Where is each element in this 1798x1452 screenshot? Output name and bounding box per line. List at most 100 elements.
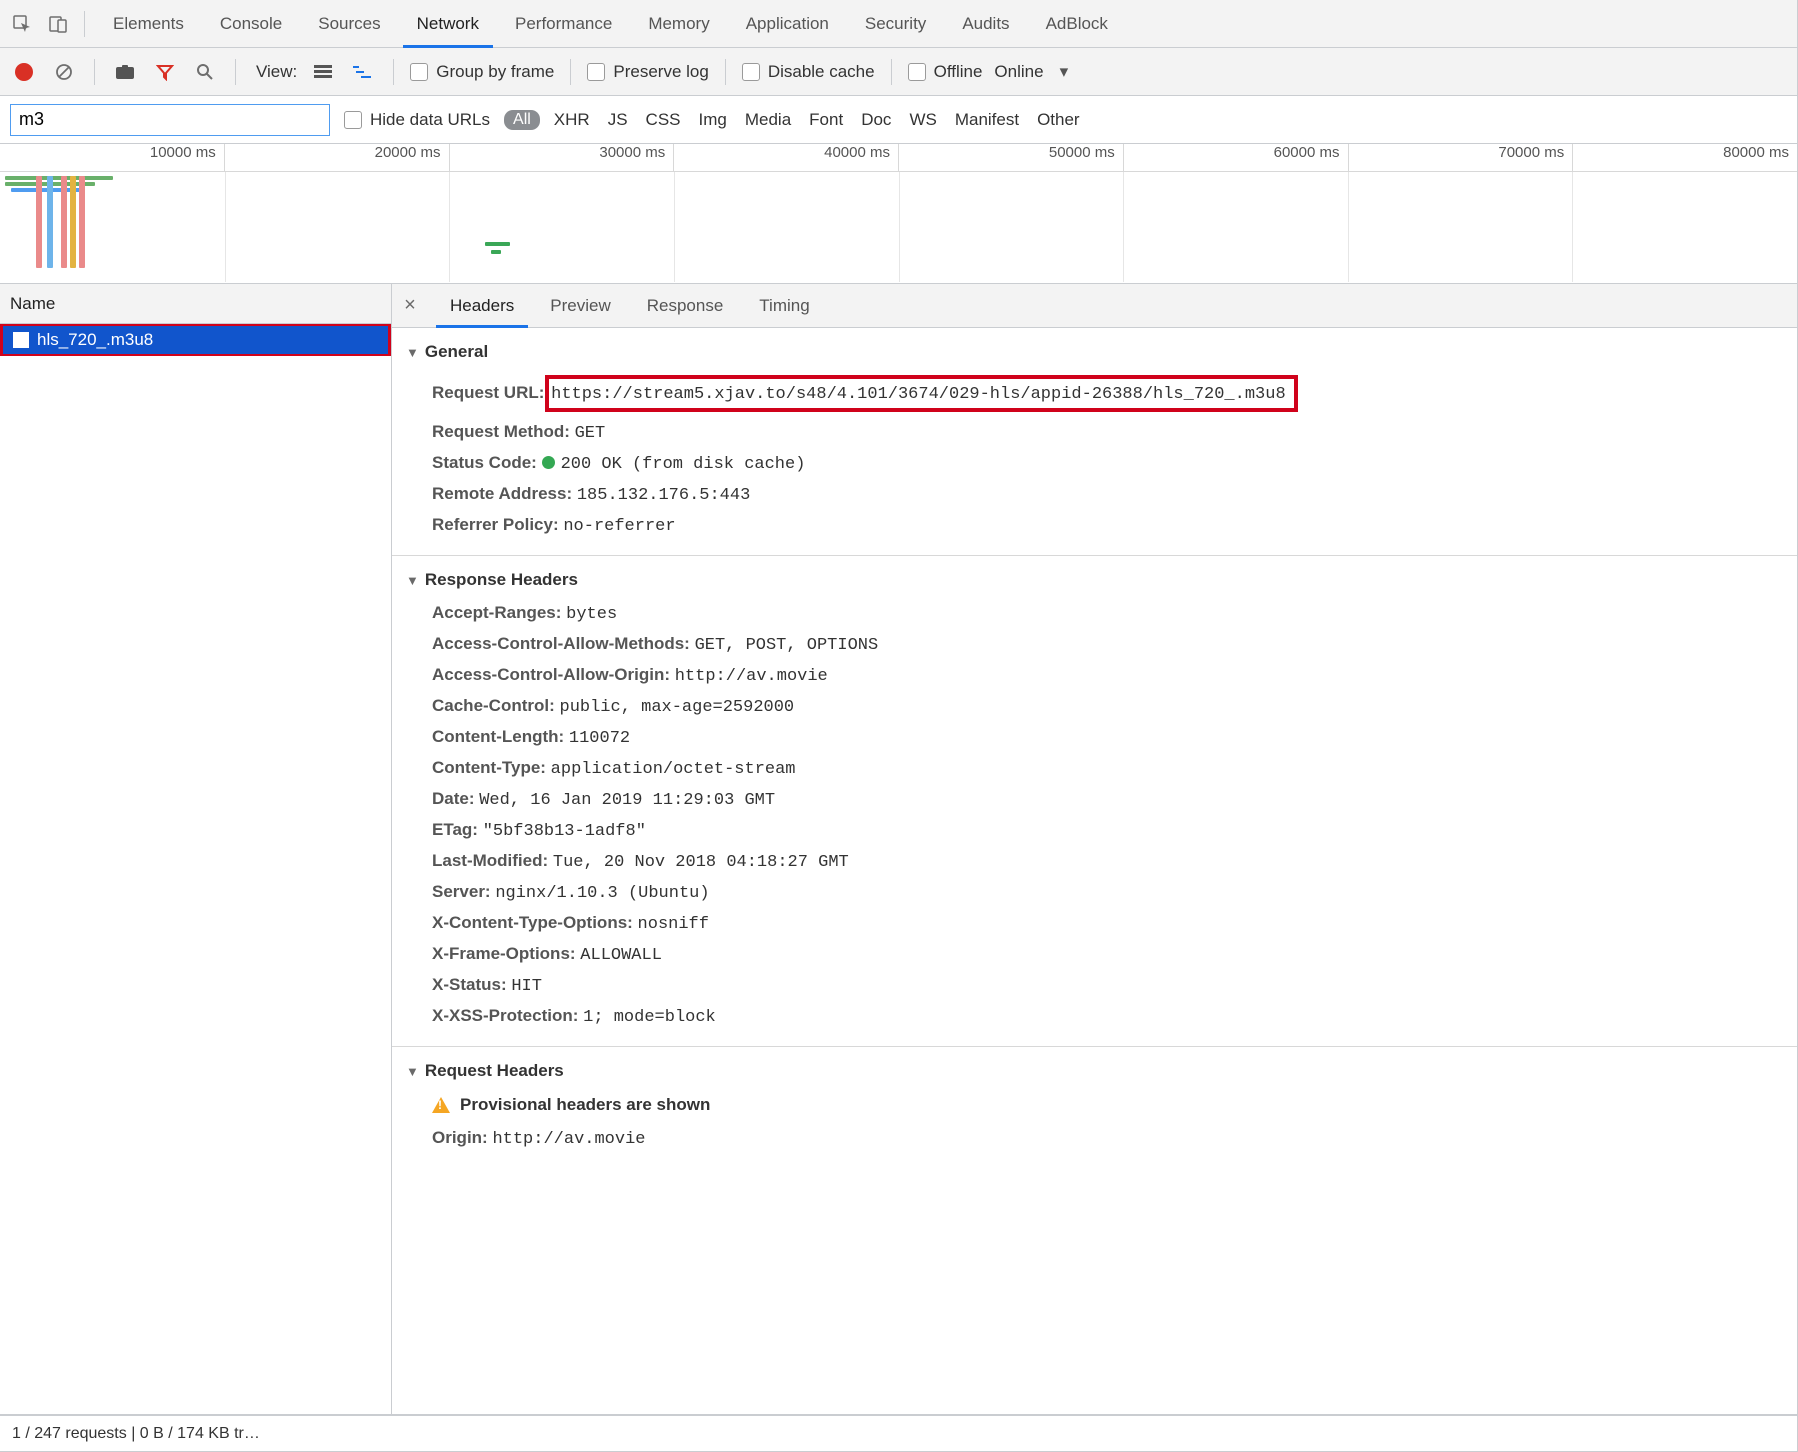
type-filter-font[interactable]: Font	[809, 110, 843, 130]
large-rows-icon[interactable]	[309, 58, 337, 86]
main-tab-console[interactable]: Console	[202, 0, 300, 47]
detail-tab-strip: × HeadersPreviewResponseTiming	[392, 284, 1797, 328]
main-tab-memory[interactable]: Memory	[630, 0, 727, 47]
type-filter-ws[interactable]: WS	[909, 110, 936, 130]
waterfall-overview	[0, 172, 1797, 282]
group-by-frame-checkbox[interactable]: Group by frame	[410, 62, 554, 82]
throttling-value: Online	[994, 62, 1043, 82]
header-key: Access-Control-Allow-Methods:	[432, 634, 695, 653]
detail-tab-headers[interactable]: Headers	[432, 284, 532, 327]
header-value: bytes	[566, 605, 617, 624]
header-value: public, max-age=2592000	[560, 698, 795, 717]
caret-down-icon: ▼	[406, 345, 419, 360]
waterfall-view-icon[interactable]	[349, 58, 377, 86]
header-value: HIT	[511, 977, 542, 996]
timeline-overview[interactable]: 10000 ms20000 ms30000 ms40000 ms50000 ms…	[0, 144, 1797, 284]
main-tab-adblock[interactable]: AdBlock	[1028, 0, 1126, 47]
filter-toggle-icon[interactable]	[151, 58, 179, 86]
request-headers-toggle[interactable]: ▼ Request Headers	[406, 1057, 1783, 1089]
header-value: "5bf38b13-1adf8"	[483, 822, 646, 841]
offline-checkbox[interactable]: Offline	[908, 62, 983, 82]
disable-cache-label: Disable cache	[768, 62, 875, 82]
filter-input[interactable]	[10, 104, 330, 136]
request-row-name: hls_720_.m3u8	[37, 330, 153, 350]
name-column-header[interactable]: Name	[0, 284, 391, 324]
main-tab-audits[interactable]: Audits	[944, 0, 1027, 47]
request-row[interactable]: hls_720_.m3u8	[0, 324, 391, 356]
detail-tab-preview[interactable]: Preview	[532, 284, 628, 327]
status-bar: 1 / 247 requests | 0 B / 174 KB tr…	[0, 1415, 1797, 1451]
provisional-warning: Provisional headers are shown	[406, 1089, 1783, 1123]
header-row: X-Content-Type-Options: nosniff	[406, 908, 1783, 939]
main-tab-elements[interactable]: Elements	[95, 0, 202, 47]
request-headers-section: ▼ Request Headers Provisional headers ar…	[392, 1047, 1797, 1168]
header-key: Remote Address:	[432, 484, 577, 503]
main-tab-network[interactable]: Network	[399, 0, 497, 47]
header-row: Date: Wed, 16 Jan 2019 11:29:03 GMT	[406, 784, 1783, 815]
main-tab-strip: ElementsConsoleSourcesNetworkPerformance…	[0, 0, 1797, 48]
timeline-tick: 20000 ms	[224, 144, 449, 171]
header-row: Request Method: GET	[406, 417, 1783, 448]
header-key: ETag:	[432, 820, 483, 839]
detail-tab-response[interactable]: Response	[629, 284, 742, 327]
main-tab-performance[interactable]: Performance	[497, 0, 630, 47]
device-toolbar-icon[interactable]	[42, 8, 74, 40]
offline-label: Offline	[934, 62, 983, 82]
header-value: 200 OK (from disk cache)	[542, 455, 806, 474]
hide-data-urls-checkbox[interactable]: Hide data URLs	[344, 110, 490, 130]
throttling-select[interactable]: Online ▾	[994, 62, 1068, 82]
main-tab-sources[interactable]: Sources	[300, 0, 398, 47]
type-filter-img[interactable]: Img	[699, 110, 727, 130]
header-key: Referrer Policy:	[432, 515, 563, 534]
header-value: nginx/1.10.3 (Ubuntu)	[495, 884, 709, 903]
header-key: Content-Length:	[432, 727, 569, 746]
type-filter-doc[interactable]: Doc	[861, 110, 891, 130]
devtools-window: ElementsConsoleSourcesNetworkPerformance…	[0, 0, 1798, 1452]
clear-button[interactable]	[50, 58, 78, 86]
type-filter-other[interactable]: Other	[1037, 110, 1080, 130]
status-dot-icon	[542, 456, 555, 469]
type-filter-xhr[interactable]: XHR	[554, 110, 590, 130]
header-key: X-Content-Type-Options:	[432, 913, 638, 932]
header-row: Server: nginx/1.10.3 (Ubuntu)	[406, 877, 1783, 908]
type-filter-css[interactable]: CSS	[646, 110, 681, 130]
header-key: Last-Modified:	[432, 851, 553, 870]
header-value: no-referrer	[563, 517, 675, 536]
close-detail-button[interactable]: ×	[392, 294, 428, 317]
header-row: Last-Modified: Tue, 20 Nov 2018 04:18:27…	[406, 846, 1783, 877]
timeline-tick: 70000 ms	[1348, 144, 1573, 171]
chevron-down-icon: ▾	[1060, 62, 1069, 82]
header-key: Accept-Ranges:	[432, 603, 566, 622]
header-row: Referrer Policy: no-referrer	[406, 510, 1783, 541]
header-row: Access-Control-Allow-Origin: http://av.m…	[406, 660, 1783, 691]
caret-down-icon: ▼	[406, 1064, 419, 1079]
timeline-tick: 30000 ms	[449, 144, 674, 171]
response-headers-title: Response Headers	[425, 570, 578, 590]
header-value: ALLOWALL	[580, 946, 662, 965]
screenshot-icon[interactable]	[111, 58, 139, 86]
timeline-tick: 40000 ms	[673, 144, 898, 171]
type-filter-all[interactable]: All	[504, 110, 540, 130]
general-section-title: General	[425, 342, 488, 362]
disable-cache-checkbox[interactable]: Disable cache	[742, 62, 875, 82]
inspect-element-icon[interactable]	[6, 8, 38, 40]
record-button[interactable]	[10, 58, 38, 86]
type-filter-manifest[interactable]: Manifest	[955, 110, 1019, 130]
header-row: Content-Type: application/octet-stream	[406, 753, 1783, 784]
status-bar-text: 1 / 247 requests | 0 B / 174 KB tr…	[12, 1425, 260, 1443]
response-headers-toggle[interactable]: ▼ Response Headers	[406, 566, 1783, 598]
response-headers-section: ▼ Response Headers Accept-Ranges: bytes A…	[392, 556, 1797, 1047]
header-key: X-XSS-Protection:	[432, 1006, 583, 1025]
main-tab-application[interactable]: Application	[728, 0, 847, 47]
request-url-highlight: https://stream5.xjav.to/s48/4.101/3674/0…	[545, 375, 1298, 412]
header-row: Status Code: 200 OK (from disk cache)	[406, 448, 1783, 479]
header-row: Origin: http://av.movie	[406, 1123, 1783, 1154]
type-filter-media[interactable]: Media	[745, 110, 791, 130]
preserve-log-checkbox[interactable]: Preserve log	[587, 62, 708, 82]
detail-tab-timing[interactable]: Timing	[741, 284, 827, 327]
main-tab-security[interactable]: Security	[847, 0, 944, 47]
header-key: X-Frame-Options:	[432, 944, 580, 963]
general-section-toggle[interactable]: ▼ General	[406, 338, 1783, 370]
search-icon[interactable]	[191, 58, 219, 86]
type-filter-js[interactable]: JS	[608, 110, 628, 130]
